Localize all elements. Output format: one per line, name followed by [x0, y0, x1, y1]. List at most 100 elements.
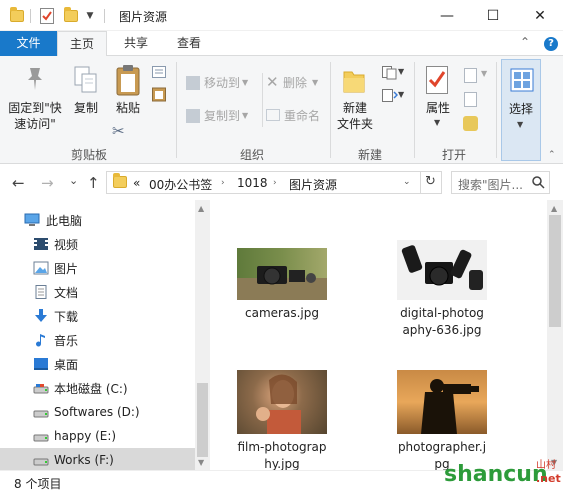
drive-icon — [33, 384, 49, 394]
copy-icon — [74, 66, 98, 97]
watermark-cn: 山村 — [536, 460, 556, 471]
copy-path-icon[interactable] — [152, 86, 166, 105]
scissors-icon[interactable]: ✂ — [112, 122, 125, 140]
customize-quick-access-icon[interactable]: ▼ — [84, 7, 96, 25]
pin-quick-access-button[interactable]: 固定到"快 速访问" — [4, 100, 66, 132]
easy-access-icon[interactable] — [382, 89, 399, 106]
file-thumbnail — [397, 370, 487, 434]
tab-file[interactable]: 文件 — [0, 31, 57, 56]
chevron-down-icon: ▼ — [312, 78, 319, 87]
collapse-ribbon-icon[interactable]: ⌃ — [548, 150, 556, 160]
file-name: cameras.jpg — [245, 306, 319, 320]
breadcrumb-separator-icon[interactable]: › — [221, 178, 225, 188]
file-name: film-photograp hy.jpg — [237, 440, 327, 470]
nav-label: 音乐 — [54, 333, 79, 348]
new-folder-button[interactable]: 新建 文件夹 — [334, 100, 376, 132]
rename-button[interactable]: 重命名 — [284, 108, 320, 124]
scroll-down-icon[interactable]: ▼ — [198, 458, 204, 467]
file-item[interactable]: film-photograp hy.jpg — [222, 370, 342, 470]
nav-item-desktop[interactable]: 桌面 — [0, 352, 195, 376]
nav-item-drive-f[interactable]: Works (F:) — [0, 448, 195, 470]
nav-item-drive-d[interactable]: Softwares (D:) — [0, 400, 195, 424]
nav-label: 文档 — [54, 285, 79, 300]
folder-icon — [113, 173, 127, 188]
minimize-button[interactable]: — — [424, 0, 470, 31]
clipboard-group-label: 剪贴板 — [70, 148, 107, 162]
nav-item-drive-c[interactable]: 本地磁盘 (C:) — [0, 376, 195, 400]
select-button[interactable]: 选择 ▼ — [501, 59, 541, 161]
breadcrumb-item[interactable]: 图片资源 — [289, 176, 337, 193]
file-thumbnail — [237, 370, 327, 434]
watermark-text: shancun — [444, 462, 548, 487]
breadcrumb-item[interactable]: 00办公书签 — [149, 176, 212, 193]
chevron-down-icon: ▼ — [242, 111, 249, 120]
file-thumbnail — [237, 248, 327, 300]
nav-item-documents[interactable]: 文档 — [0, 280, 195, 304]
nav-item-music[interactable]: 音乐 — [0, 328, 195, 352]
nav-item-videos[interactable]: 视频 — [0, 232, 195, 256]
folder-icon — [8, 7, 26, 25]
breadcrumb-separator-icon[interactable]: › — [273, 178, 277, 188]
file-item[interactable]: cameras.jpg — [222, 248, 342, 322]
breadcrumb-overflow[interactable]: « — [133, 176, 140, 190]
cut-icon[interactable] — [152, 66, 166, 81]
new-item-icon[interactable] — [382, 66, 398, 83]
breadcrumb-item[interactable]: 1018 — [237, 176, 268, 190]
tab-home[interactable]: 主页 — [57, 31, 107, 57]
search-input[interactable]: 搜索"图片... — [451, 171, 550, 194]
chevron-down-icon: ▼ — [242, 78, 249, 87]
open-icon[interactable] — [464, 68, 477, 83]
content-scrollbar-thumb[interactable] — [549, 215, 561, 327]
copy-button[interactable]: 复制 — [68, 100, 104, 116]
copy-to-button[interactable]: 复制到 — [204, 108, 240, 124]
forward-button[interactable]: → — [41, 174, 54, 192]
nav-scrollbar[interactable]: ▲ ▼ — [195, 200, 210, 470]
content-scrollbar[interactable]: ▲ ▼ — [547, 200, 563, 470]
recent-locations-button[interactable]: ⌄ — [69, 174, 78, 187]
paste-button[interactable]: 粘贴 — [108, 100, 148, 116]
scroll-up-icon[interactable]: ▲ — [551, 204, 557, 213]
move-to-button[interactable]: 移动到 — [204, 75, 240, 91]
maximize-button[interactable]: ☐ — [470, 0, 516, 31]
chevron-up-icon[interactable]: ⌃ — [520, 35, 530, 49]
delete-button[interactable]: 删除 — [283, 75, 307, 91]
pin-icon — [24, 66, 46, 95]
search-icon[interactable] — [532, 176, 545, 189]
back-button[interactable]: ← — [12, 174, 25, 192]
nav-item-downloads[interactable]: 下载 — [0, 304, 195, 328]
help-icon[interactable]: ? — [544, 37, 558, 51]
properties-button[interactable]: 属性 — [420, 100, 456, 116]
drive-icon — [33, 410, 49, 418]
music-icon — [36, 334, 45, 347]
computer-icon — [24, 213, 40, 226]
properties-icon — [426, 66, 448, 97]
nav-label: 下载 — [54, 309, 79, 324]
up-button[interactable]: ↑ — [87, 174, 100, 192]
select-grid-icon — [510, 68, 534, 92]
nav-scrollbar-thumb[interactable] — [197, 383, 208, 457]
copy-to-icon — [186, 109, 200, 123]
file-item[interactable]: digital-photog aphy-636.jpg — [382, 240, 502, 339]
nav-item-drive-e[interactable]: happy (E:) — [0, 424, 195, 448]
edit-icon[interactable] — [464, 92, 477, 107]
tab-share[interactable]: 共享 — [112, 31, 160, 56]
new-folder-quick-icon[interactable] — [62, 7, 80, 25]
nav-item-pictures[interactable]: 图片 — [0, 256, 195, 280]
close-button[interactable]: ✕ — [517, 0, 563, 31]
tab-view[interactable]: 查看 — [165, 31, 213, 56]
history-icon[interactable] — [463, 116, 478, 131]
properties-quick-icon[interactable] — [38, 7, 56, 25]
delete-icon: ✕ — [266, 73, 279, 91]
nav-label: 视频 — [54, 237, 79, 252]
paste-icon — [116, 64, 140, 99]
file-list: cameras.jpg digital-photog aphy-636.jpg … — [210, 200, 547, 470]
drive-icon — [33, 458, 49, 466]
address-dropdown-icon[interactable]: ⌄ — [403, 177, 411, 187]
divider — [30, 9, 31, 23]
scroll-up-icon[interactable]: ▲ — [198, 204, 204, 213]
nav-item-this-pc[interactable]: 此电脑 — [0, 208, 195, 232]
refresh-button[interactable]: ↻ — [425, 174, 436, 189]
new-group-label: 新建 — [357, 148, 382, 162]
address-bar[interactable]: « 00办公书签 › 1018 › 图片资源 ⌄ ↻ — [106, 171, 442, 194]
group-divider — [330, 62, 331, 158]
